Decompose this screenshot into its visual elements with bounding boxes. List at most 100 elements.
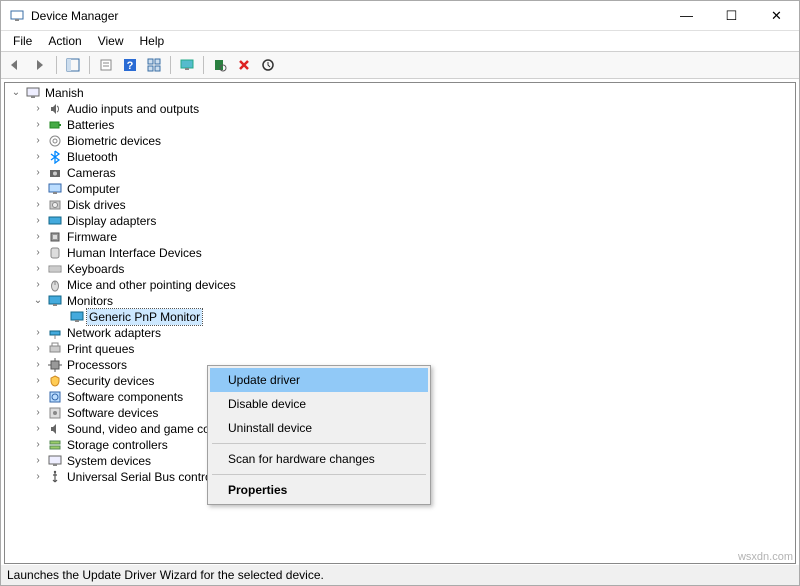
window-controls: — ☐ ✕ xyxy=(664,1,799,30)
ctx-properties[interactable]: Properties xyxy=(210,478,428,502)
expander-icon[interactable]: › xyxy=(31,101,45,117)
hid-icon xyxy=(47,245,63,261)
tree-root[interactable]: ⌄ Manish xyxy=(9,85,795,101)
view-icons-button[interactable] xyxy=(143,54,165,76)
tree-node[interactable]: ›Audio inputs and outputs xyxy=(9,101,795,117)
title-bar: Device Manager — ☐ ✕ xyxy=(1,1,799,31)
security-icon xyxy=(47,373,63,389)
tree-node-label: Computer xyxy=(65,181,122,197)
show-hide-tree-button[interactable] xyxy=(62,54,84,76)
expander-icon[interactable]: › xyxy=(31,437,45,453)
ctx-disable-device[interactable]: Disable device xyxy=(210,392,428,416)
toolbar-separator xyxy=(170,56,171,74)
firmware-icon xyxy=(47,229,63,245)
tree-node-label: Keyboards xyxy=(65,261,126,277)
menu-file[interactable]: File xyxy=(5,32,40,50)
tree-node-label: Security devices xyxy=(65,373,156,389)
expander-icon[interactable]: › xyxy=(31,469,45,485)
tree-node-label: Firmware xyxy=(65,229,119,245)
expander-icon[interactable]: › xyxy=(31,357,45,373)
properties-button[interactable] xyxy=(95,54,117,76)
software-icon xyxy=(47,389,63,405)
expander-icon[interactable]: › xyxy=(31,261,45,277)
expander-icon[interactable]: › xyxy=(31,197,45,213)
expander-icon[interactable]: › xyxy=(31,341,45,357)
audio-icon xyxy=(47,101,63,117)
context-menu: Update driver Disable device Uninstall d… xyxy=(207,365,431,505)
tree-node[interactable]: › Keyboards xyxy=(9,261,795,277)
storage-icon xyxy=(47,437,63,453)
toolbar-separator xyxy=(89,56,90,74)
tree-node[interactable]: › Mice and other pointing devices xyxy=(9,277,795,293)
ctx-uninstall-device[interactable]: Uninstall device xyxy=(210,416,428,440)
maximize-button[interactable]: ☐ xyxy=(709,1,754,30)
toolbar: ? xyxy=(1,51,799,79)
computer-icon xyxy=(47,181,63,197)
bluetooth-icon xyxy=(47,149,63,165)
forward-button[interactable] xyxy=(29,54,51,76)
expander-icon[interactable]: › xyxy=(31,277,45,293)
monitor-icon xyxy=(47,293,63,309)
tree-node-label: Storage controllers xyxy=(65,437,170,453)
expander-icon[interactable]: › xyxy=(31,213,45,229)
tree-node-label: Display adapters xyxy=(65,213,158,229)
menu-help[interactable]: Help xyxy=(132,32,173,50)
tree-node[interactable]: › Batteries xyxy=(9,117,795,133)
expander-icon[interactable]: › xyxy=(31,373,45,389)
tree-node[interactable]: › Firmware xyxy=(9,229,795,245)
expander-icon[interactable]: › xyxy=(31,149,45,165)
tree-node[interactable]: ›Human Interface Devices xyxy=(9,245,795,261)
scan-hardware-button[interactable] xyxy=(209,54,231,76)
expander-icon[interactable]: › xyxy=(31,117,45,133)
tree-node[interactable]: › Display adapters xyxy=(9,213,795,229)
window-title: Device Manager xyxy=(31,9,664,23)
menu-view[interactable]: View xyxy=(90,32,132,50)
monitor-devices-button[interactable] xyxy=(176,54,198,76)
expander-icon[interactable]: › xyxy=(31,405,45,421)
ctx-update-driver[interactable]: Update driver xyxy=(210,368,428,392)
expander-icon[interactable]: › xyxy=(31,165,45,181)
menu-bar: File Action View Help xyxy=(1,31,799,51)
update-driver-button[interactable] xyxy=(257,54,279,76)
biometric-icon xyxy=(47,133,63,149)
close-button[interactable]: ✕ xyxy=(754,1,799,30)
toolbar-separator xyxy=(203,56,204,74)
expander-icon[interactable]: ⌄ xyxy=(9,85,23,101)
expander-icon[interactable]: › xyxy=(31,325,45,341)
expander-icon[interactable]: › xyxy=(31,453,45,469)
minimize-button[interactable]: — xyxy=(664,1,709,30)
ctx-scan-hardware[interactable]: Scan for hardware changes xyxy=(210,447,428,471)
tree-node-label: Software components xyxy=(65,389,185,405)
expander-icon[interactable]: › xyxy=(31,421,45,437)
expander-icon[interactable]: › xyxy=(31,229,45,245)
tree-node[interactable]: ⌄Monitors xyxy=(9,293,795,309)
expander-icon[interactable]: ⌄ xyxy=(31,293,45,309)
monitor-icon xyxy=(69,309,85,325)
tree-node[interactable]: › Disk drives xyxy=(9,197,795,213)
tree-node[interactable]: ›Print queues xyxy=(9,341,795,357)
mouse-icon xyxy=(47,277,63,293)
tree-node[interactable]: Generic PnP Monitor xyxy=(9,309,795,325)
tree-node-label: Mice and other pointing devices xyxy=(65,277,238,293)
printer-icon xyxy=(47,341,63,357)
remove-button[interactable] xyxy=(233,54,255,76)
expander-icon[interactable]: › xyxy=(31,389,45,405)
tree-node-label: Disk drives xyxy=(65,197,128,213)
ctx-separator xyxy=(212,443,426,444)
tree-node[interactable]: ›Network adapters xyxy=(9,325,795,341)
expander-icon[interactable]: › xyxy=(31,133,45,149)
status-bar: Launches the Update Driver Wizard for th… xyxy=(1,565,799,585)
expander-icon[interactable]: › xyxy=(31,245,45,261)
back-button[interactable] xyxy=(5,54,27,76)
camera-icon xyxy=(47,165,63,181)
app-icon xyxy=(9,8,25,24)
help-button[interactable]: ? xyxy=(119,54,141,76)
expander-icon[interactable]: › xyxy=(31,181,45,197)
tree-node[interactable]: › Computer xyxy=(9,181,795,197)
tree-node[interactable]: ›Biometric devices xyxy=(9,133,795,149)
sound-icon xyxy=(47,421,63,437)
tree-node-label: Batteries xyxy=(65,117,116,133)
menu-action[interactable]: Action xyxy=(40,32,89,50)
tree-node[interactable]: ›Cameras xyxy=(9,165,795,181)
tree-node[interactable]: ›Bluetooth xyxy=(9,149,795,165)
